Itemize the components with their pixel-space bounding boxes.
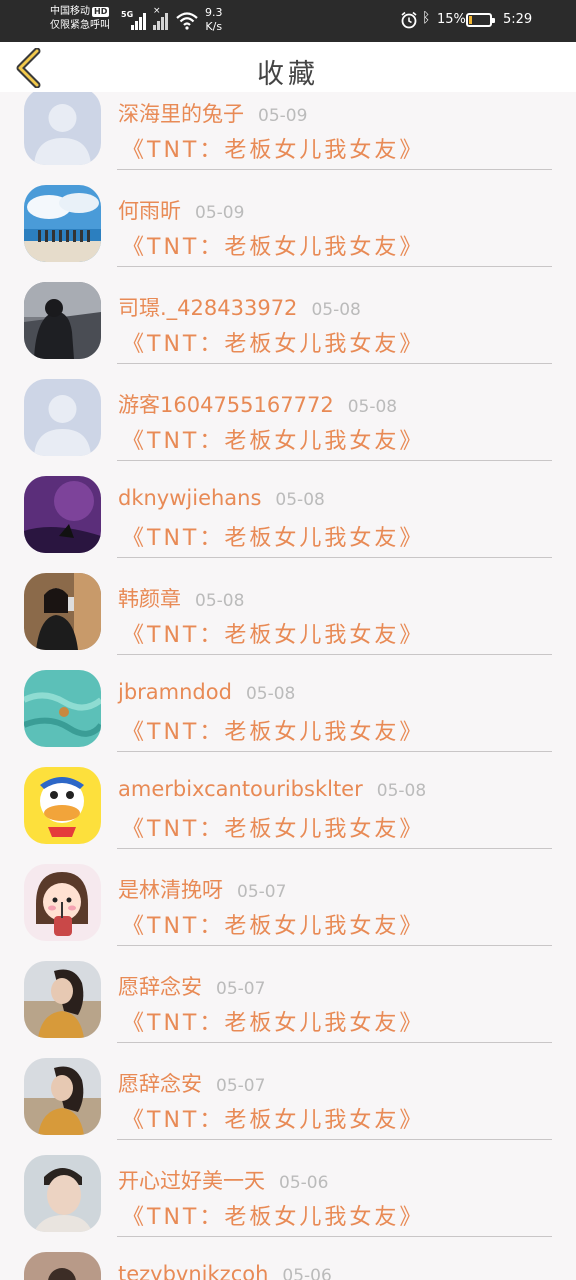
clock: 5:29: [503, 12, 533, 27]
user-name[interactable]: 愿辞念安: [118, 1072, 202, 1096]
user-line: 开心过好美一天 05-06: [118, 1165, 328, 1195]
list-item[interactable]: tezybvnjkzcoh 05-06: [0, 1226, 576, 1280]
user-name[interactable]: 司璟._428433972: [118, 296, 297, 320]
avatar[interactable]: [24, 573, 101, 650]
favorite-date: 05-08: [275, 490, 325, 510]
avatar[interactable]: [24, 864, 101, 941]
user-name[interactable]: dknywjiehans: [118, 486, 261, 510]
avatar[interactable]: [24, 185, 101, 262]
list-item[interactable]: 何雨昕 05-09 《TNT：老板女儿我女友》: [0, 159, 576, 267]
favorite-date: 05-08: [195, 591, 245, 611]
wifi-icon: [176, 12, 198, 30]
favorite-date: 05-06: [282, 1266, 332, 1280]
user-line: 韩颜章 05-08: [118, 583, 244, 613]
favorite-date: 05-06: [279, 1173, 329, 1193]
avatar[interactable]: [24, 670, 101, 747]
signal-icon: [131, 12, 151, 30]
avatar[interactable]: [24, 379, 101, 456]
hd-badge: HD: [92, 7, 110, 17]
user-line: 是林清挽呀 05-07: [118, 874, 286, 904]
user-name[interactable]: jbramndod: [118, 680, 232, 704]
carrier-info: 中国移动 HD 仅限紧急呼叫: [50, 5, 110, 33]
avatar[interactable]: [24, 961, 101, 1038]
user-line: jbramndod 05-08: [118, 680, 295, 704]
user-line: 深海里的兔子 05-09: [118, 98, 307, 128]
user-line: 何雨昕 05-09: [118, 195, 244, 225]
list-item[interactable]: dknywjiehans 05-08 《TNT：老板女儿我女友》: [0, 450, 576, 558]
user-name[interactable]: 愿辞念安: [118, 975, 202, 999]
favorite-date: 05-07: [237, 882, 287, 902]
favorites-list[interactable]: 深海里的兔子 05-09 《TNT：老板女儿我女友》 何雨昕 05-09 《TNT：老板女…: [0, 92, 576, 1280]
list-item[interactable]: 司璟._428433972 05-08 《TNT：老板女儿我女友》: [0, 256, 576, 364]
list-item[interactable]: amerbixcantouribsklter 05-08 《TNT：老板女儿我女友》: [0, 741, 576, 849]
user-line: 司璟._428433972 05-08: [118, 292, 361, 322]
user-name[interactable]: 是林清挽呀: [118, 878, 223, 902]
favorite-date: 05-07: [216, 979, 266, 999]
status-bar: 中国移动 HD 仅限紧急呼叫 5G × 9.3 K/s ᛒ 15% 5:29: [0, 0, 576, 42]
list-item[interactable]: 愿辞念安 05-07 《TNT：老板女儿我女友》: [0, 1032, 576, 1140]
list-item[interactable]: 游客1604755167772 05-08 《TNT：老板女儿我女友》: [0, 353, 576, 461]
battery-percent: 15%: [437, 12, 466, 27]
user-line: amerbixcantouribsklter 05-08: [118, 777, 426, 801]
avatar[interactable]: [24, 1155, 101, 1232]
bluetooth-icon: ᛒ: [422, 10, 431, 26]
signal-icon-2: ×: [153, 6, 173, 30]
avatar[interactable]: [24, 767, 101, 844]
favorite-date: 05-08: [311, 300, 361, 320]
avatar[interactable]: [24, 1058, 101, 1135]
user-name[interactable]: amerbixcantouribsklter: [118, 777, 363, 801]
avatar[interactable]: [24, 282, 101, 359]
list-item[interactable]: jbramndod 05-08 《TNT：老板女儿我女友》: [0, 644, 576, 752]
carrier-name: 中国移动: [50, 6, 90, 17]
favorite-date: 05-08: [376, 781, 427, 801]
user-line: 游客1604755167772 05-08: [118, 389, 397, 419]
user-line: dknywjiehans 05-08: [118, 486, 325, 510]
user-name[interactable]: 深海里的兔子: [118, 102, 244, 126]
speed-unit: K/s: [205, 20, 223, 33]
list-item[interactable]: 是林清挽呀 05-07 《TNT：老板女儿我女友》: [0, 838, 576, 946]
avatar[interactable]: [24, 1252, 101, 1280]
battery-fill: [469, 16, 473, 24]
favorite-date: 05-09: [258, 106, 308, 126]
list-item[interactable]: 韩颜章 05-08 《TNT：老板女儿我女友》: [0, 547, 576, 655]
user-name[interactable]: 韩颜章: [118, 587, 181, 611]
speed-value: 9.3: [205, 6, 223, 19]
list-item[interactable]: 开心过好美一天 05-06 《TNT：老板女儿我女友》: [0, 1129, 576, 1237]
user-name[interactable]: 开心过好美一天: [118, 1169, 265, 1193]
alarm-icon: [401, 11, 417, 29]
avatar[interactable]: [24, 92, 101, 165]
list-item[interactable]: 愿辞念安 05-07 《TNT：老板女儿我女友》: [0, 935, 576, 1043]
list-item[interactable]: 深海里的兔子 05-09 《TNT：老板女儿我女友》: [0, 92, 576, 170]
network-speed: 9.3 K/s: [205, 6, 223, 34]
user-name[interactable]: 何雨昕: [118, 199, 181, 223]
favorite-date: 05-08: [245, 684, 296, 704]
user-line: 愿辞念安 05-07: [118, 1068, 265, 1098]
user-line: 愿辞念安 05-07: [118, 971, 265, 1001]
avatar[interactable]: [24, 476, 101, 553]
page-title: 收藏: [257, 59, 319, 90]
favorite-date: 05-07: [216, 1076, 266, 1096]
user-name[interactable]: 游客1604755167772: [118, 393, 334, 417]
favorite-date: 05-09: [195, 203, 245, 223]
user-line: tezybvnjkzcoh 05-06: [118, 1262, 332, 1280]
battery-icon: [466, 13, 495, 27]
emergency-only-text: 仅限紧急呼叫: [50, 20, 110, 31]
favorite-date: 05-08: [347, 397, 398, 417]
user-name[interactable]: tezybvnjkzcoh: [118, 1262, 268, 1280]
header: 收藏: [0, 42, 576, 92]
